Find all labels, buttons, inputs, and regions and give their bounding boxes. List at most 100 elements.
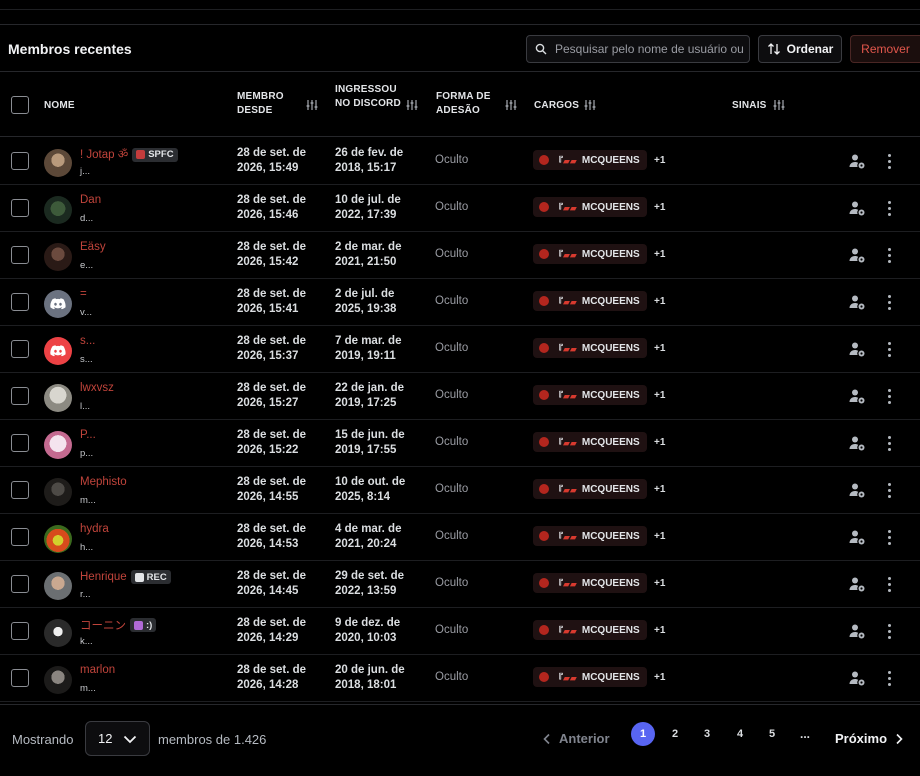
- avatar[interactable]: [44, 243, 72, 271]
- row-checkbox[interactable]: [11, 387, 29, 405]
- avatar[interactable]: [44, 572, 72, 600]
- sort-button[interactable]: Ordenar: [758, 35, 842, 63]
- more-roles-count[interactable]: +1: [654, 672, 665, 683]
- role-pill[interactable]: 『▰▰ MCQUEENS: [533, 432, 647, 452]
- user-settings-icon[interactable]: [848, 199, 866, 217]
- column-join-method[interactable]: FORMA DE ADESÃO: [436, 90, 500, 118]
- role-pill[interactable]: 『▰▰ MCQUEENS: [533, 291, 647, 311]
- filter-sliders-icon[interactable]: [584, 99, 596, 111]
- search-input[interactable]: [555, 42, 745, 56]
- page-5-button[interactable]: 5: [760, 722, 784, 746]
- column-joined-discord[interactable]: INGRESSOU NO DISCORD: [335, 83, 401, 111]
- row-checkbox[interactable]: [11, 152, 29, 170]
- more-options-icon[interactable]: [882, 339, 896, 359]
- page-4-button[interactable]: 4: [728, 722, 752, 746]
- table-row[interactable]: Mephisto m... 28 de set. de 2026, 14:55 10 d…: [0, 467, 920, 514]
- row-checkbox[interactable]: [11, 199, 29, 217]
- avatar[interactable]: [44, 149, 72, 177]
- user-settings-icon[interactable]: [848, 246, 866, 264]
- row-checkbox[interactable]: [11, 481, 29, 499]
- filter-sliders-icon[interactable]: [773, 99, 785, 111]
- table-row[interactable]: コーニン:) k... 28 de set. de 2026, 14:29 9 de d…: [0, 608, 920, 655]
- row-checkbox[interactable]: [11, 575, 29, 593]
- row-checkbox[interactable]: [11, 434, 29, 452]
- more-options-icon[interactable]: [882, 480, 896, 500]
- more-options-icon[interactable]: [882, 527, 896, 547]
- previous-page-button[interactable]: Anterior: [543, 731, 610, 746]
- more-roles-count[interactable]: +1: [654, 578, 665, 589]
- user-settings-icon[interactable]: [848, 528, 866, 546]
- more-options-icon[interactable]: [882, 151, 896, 171]
- table-row[interactable]: = v... 28 de set. de 2026, 15:41 2 de jul. d…: [0, 279, 920, 326]
- user-settings-icon[interactable]: [848, 481, 866, 499]
- row-checkbox[interactable]: [11, 246, 29, 264]
- filter-sliders-icon[interactable]: [306, 99, 318, 111]
- user-settings-icon[interactable]: [848, 340, 866, 358]
- table-row[interactable]: P... p... 28 de set. de 2026, 15:22 15 de ju…: [0, 420, 920, 467]
- role-pill[interactable]: 『▰▰ MCQUEENS: [533, 573, 647, 593]
- role-pill[interactable]: 『▰▰ MCQUEENS: [533, 385, 647, 405]
- username[interactable]: P...: [80, 429, 96, 441]
- username[interactable]: Dan: [80, 194, 101, 206]
- select-all-checkbox[interactable]: [11, 96, 29, 114]
- role-pill[interactable]: 『▰▰ MCQUEENS: [533, 150, 647, 170]
- more-options-icon[interactable]: [882, 433, 896, 453]
- avatar[interactable]: [44, 478, 72, 506]
- role-pill[interactable]: 『▰▰ MCQUEENS: [533, 244, 647, 264]
- avatar[interactable]: [44, 525, 72, 553]
- role-pill[interactable]: 『▰▰ MCQUEENS: [533, 526, 647, 546]
- avatar[interactable]: [44, 337, 72, 365]
- user-settings-icon[interactable]: [848, 622, 866, 640]
- table-row[interactable]: ! Jotap ॐ SPFC j... 28 de set. de 2026, 15:4…: [0, 138, 920, 185]
- username[interactable]: =: [80, 288, 87, 300]
- page-size-select[interactable]: 12: [85, 721, 150, 756]
- row-checkbox[interactable]: [11, 340, 29, 358]
- filter-sliders-icon[interactable]: [406, 99, 418, 111]
- table-row[interactable]: marlon m... 28 de set. de 2026, 14:28 20 de …: [0, 655, 920, 702]
- row-checkbox[interactable]: [11, 528, 29, 546]
- more-roles-count[interactable]: +1: [654, 343, 665, 354]
- role-pill[interactable]: 『▰▰ MCQUEENS: [533, 338, 647, 358]
- more-roles-count[interactable]: +1: [654, 155, 665, 166]
- more-options-icon[interactable]: [882, 574, 896, 594]
- more-roles-count[interactable]: +1: [654, 531, 665, 542]
- more-options-icon[interactable]: [882, 245, 896, 265]
- username[interactable]: s...: [80, 335, 95, 347]
- table-row[interactable]: Dan d... 28 de set. de 2026, 15:46 10 de jul…: [0, 185, 920, 232]
- user-settings-icon[interactable]: [848, 575, 866, 593]
- more-roles-count[interactable]: +1: [654, 249, 665, 260]
- username[interactable]: lwxvsz: [80, 382, 114, 394]
- table-row[interactable]: s... s... 28 de set. de 2026, 15:37 7 de mar…: [0, 326, 920, 373]
- more-roles-count[interactable]: +1: [654, 202, 665, 213]
- avatar[interactable]: [44, 619, 72, 647]
- user-settings-icon[interactable]: [848, 669, 866, 687]
- more-options-icon[interactable]: [882, 668, 896, 688]
- more-roles-count[interactable]: +1: [654, 296, 665, 307]
- more-roles-count[interactable]: +1: [654, 437, 665, 448]
- remove-button[interactable]: Remover: [850, 35, 920, 63]
- username[interactable]: Mephisto: [80, 476, 127, 488]
- avatar[interactable]: [44, 290, 72, 318]
- more-options-icon[interactable]: [882, 386, 896, 406]
- role-pill[interactable]: 『▰▰ MCQUEENS: [533, 479, 647, 499]
- row-checkbox[interactable]: [11, 293, 29, 311]
- more-options-icon[interactable]: [882, 621, 896, 641]
- avatar[interactable]: [44, 431, 72, 459]
- table-row[interactable]: hydra h... 28 de set. de 2026, 14:53 4 de ma…: [0, 514, 920, 561]
- user-settings-icon[interactable]: [848, 152, 866, 170]
- more-roles-count[interactable]: +1: [654, 390, 665, 401]
- page-1-button[interactable]: 1: [631, 722, 655, 746]
- username[interactable]: コーニン: [80, 617, 126, 633]
- username[interactable]: Henrique: [80, 571, 127, 583]
- filter-sliders-icon[interactable]: [505, 99, 517, 111]
- username[interactable]: ! Jotap ॐ: [80, 147, 128, 162]
- username[interactable]: marlon: [80, 664, 115, 676]
- page-2-button[interactable]: 2: [663, 722, 687, 746]
- column-member-since[interactable]: MEMBRO DESDE: [237, 90, 297, 118]
- page-3-button[interactable]: 3: [695, 722, 719, 746]
- row-checkbox[interactable]: [11, 622, 29, 640]
- role-pill[interactable]: 『▰▰ MCQUEENS: [533, 667, 647, 687]
- table-row[interactable]: Henrique REC r... 28 de set. de 2026, 14:45 2…: [0, 561, 920, 608]
- search-box[interactable]: [526, 35, 750, 63]
- role-pill[interactable]: 『▰▰ MCQUEENS: [533, 620, 647, 640]
